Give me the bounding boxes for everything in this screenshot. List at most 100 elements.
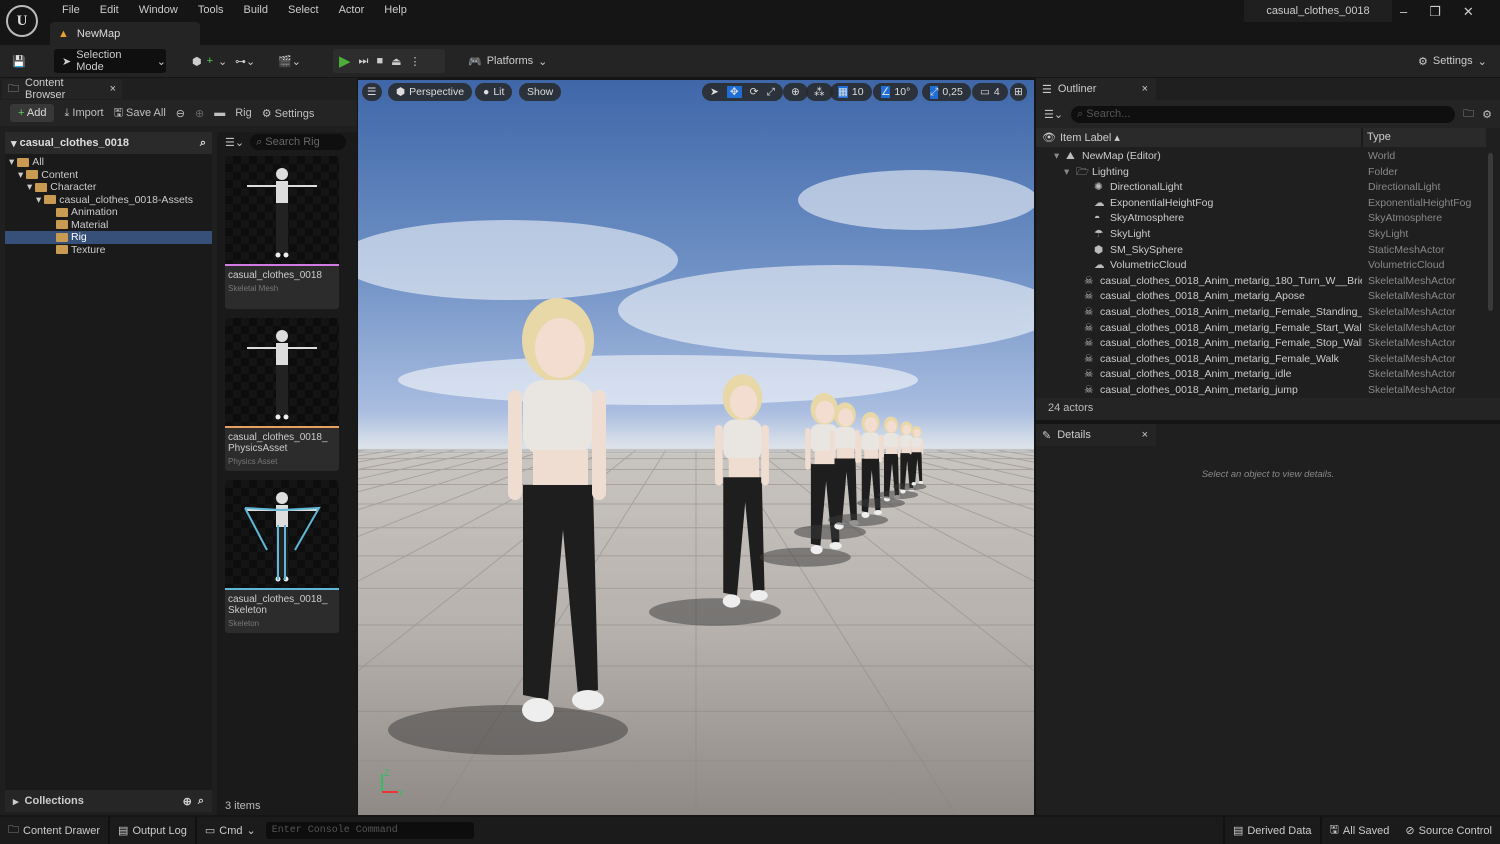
map-tab[interactable]: ▲ NewMap xyxy=(50,22,200,45)
scale-snap-button[interactable]: ⤢ 0,25 xyxy=(922,83,971,101)
advance-frame-icon[interactable]: ⏭ xyxy=(359,55,369,68)
settings-button[interactable]: ⚙ Settings ⌄ xyxy=(1418,49,1487,73)
expand-arrow-icon[interactable]: ▾ xyxy=(1054,149,1059,165)
close-icon[interactable]: × xyxy=(1142,83,1148,95)
show-button[interactable]: Show xyxy=(519,83,562,101)
move-icon[interactable]: ✥ xyxy=(726,86,742,98)
filter-icon[interactable]: ☰⌄ xyxy=(225,136,244,149)
viewport-layout-icon[interactable]: ⊞ xyxy=(1010,83,1027,101)
asset-tile[interactable]: casual_clothes_0018_ PhysicsAsset Physics… xyxy=(225,318,339,471)
back-icon[interactable]: ⊖ xyxy=(176,107,185,120)
viewport-menu-button[interactable]: ☰ xyxy=(362,83,382,101)
expand-arrow-icon[interactable]: ▾ xyxy=(36,194,41,207)
add-collection-icon[interactable]: ⊕ xyxy=(183,795,192,808)
settings-button[interactable]: ⚙ Settings xyxy=(262,107,315,120)
all-saved-button[interactable]: 🖫 All Saved xyxy=(1322,817,1398,844)
scale-icon[interactable]: ⤢ xyxy=(766,86,774,99)
tab-details[interactable]: ✎ Details × xyxy=(1036,424,1156,446)
forward-icon[interactable]: ⊕ xyxy=(195,107,204,120)
tab-outliner[interactable]: ☰ Outliner × xyxy=(1036,78,1156,100)
derived-data-button[interactable]: ▤ Derived Data xyxy=(1222,817,1322,844)
save-all-button[interactable]: 🖫 Save All xyxy=(114,104,166,123)
grid-snap-button[interactable]: ▦ 10 xyxy=(830,83,872,101)
play-icon[interactable]: ▶ xyxy=(339,52,351,70)
camera-speed-button[interactable]: ▭ 4 xyxy=(972,83,1008,101)
outliner-row[interactable]: ☠ casual_clothes_0018_Anim_metarig_idle Sk… xyxy=(1036,367,1486,383)
folder-texture[interactable]: Texture xyxy=(5,244,212,257)
visibility-icon[interactable]: 👁 xyxy=(1042,131,1056,144)
more-icon[interactable]: ⋮ xyxy=(410,55,421,68)
source-control-button[interactable]: ⊘ Source Control xyxy=(1397,817,1500,844)
outliner-row[interactable]: ☠ casual_clothes_0018_Anim_metarig_Apose S… xyxy=(1036,289,1486,305)
menu-edit[interactable]: Edit xyxy=(90,3,129,17)
outliner-scrollbar[interactable] xyxy=(1488,153,1493,311)
cmd-dropdown[interactable]: ▭ Cmd ⌄ Enter Console Command xyxy=(197,817,482,844)
menu-tools[interactable]: Tools xyxy=(188,3,234,17)
blueprint-button[interactable]: ⊶⌄ xyxy=(235,49,255,73)
console-input[interactable]: Enter Console Command xyxy=(265,822,474,839)
tree-root[interactable]: ▾ casual_clothes_0018 ⌕ xyxy=(5,132,212,154)
column-type[interactable]: Type xyxy=(1361,128,1486,147)
world-local-icon[interactable]: ⊕ xyxy=(783,83,808,101)
column-item-label[interactable]: Item Label ▴ xyxy=(1060,131,1120,144)
expand-arrow-icon[interactable]: ▾ xyxy=(18,169,23,182)
expand-arrow-icon[interactable]: ▾ xyxy=(1064,165,1069,181)
asset-tile[interactable]: casual_clothes_0018_ Skeleton Skeleton xyxy=(225,480,339,633)
folder-character[interactable]: ▾ Character xyxy=(5,181,212,194)
rotate-icon[interactable]: ⟳ xyxy=(750,86,759,98)
add-actor-button[interactable]: ⬢ + ⌄ xyxy=(192,49,227,73)
close-icon[interactable]: × xyxy=(1142,429,1148,441)
outliner-row[interactable]: ✺ DirectionalLight DirectionalLight xyxy=(1036,180,1486,196)
close-icon[interactable]: × xyxy=(110,83,116,95)
add-folder-icon[interactable]: 🗀 xyxy=(1463,105,1474,124)
outliner-row[interactable]: ◓ SkyAtmosphere SkyAtmosphere xyxy=(1036,211,1486,227)
menu-build[interactable]: Build xyxy=(234,3,278,17)
folder-content[interactable]: ▾ Content xyxy=(5,169,212,182)
tab-content-browser[interactable]: 🗀 Content Browser × xyxy=(2,77,122,101)
expand-arrow-icon[interactable]: ▾ xyxy=(9,156,14,169)
cinematics-button[interactable]: 🎬⌄ xyxy=(278,49,301,73)
content-drawer-button[interactable]: 🗀 Content Drawer xyxy=(0,817,111,844)
perspective-button[interactable]: ⬢ Perspective xyxy=(388,83,473,101)
rotation-snap-button[interactable]: ∠ 10° xyxy=(873,83,919,101)
breadcrumb[interactable]: Rig xyxy=(235,107,252,119)
search-icon[interactable]: ⌕ xyxy=(200,137,206,150)
folder-casual_clothes_0018-assets[interactable]: ▾ casual_clothes_0018-Assets xyxy=(5,194,212,207)
menu-actor[interactable]: Actor xyxy=(329,3,375,17)
folder-rig[interactable]: Rig xyxy=(5,231,212,244)
outliner-row[interactable]: ☁ ExponentialHeightFog ExponentialHeightFo… xyxy=(1036,196,1486,212)
outliner-row[interactable]: ☠ casual_clothes_0018_Anim_metarig_jump Sk… xyxy=(1036,383,1486,397)
expand-arrow-icon[interactable]: ▾ xyxy=(27,181,32,194)
outliner-row[interactable]: ☠ casual_clothes_0018_Anim_metarig_Female… xyxy=(1036,321,1486,337)
gear-icon[interactable]: ⚙ xyxy=(1482,108,1492,121)
asset-tile[interactable]: casual_clothes_0018 Skeletal Mesh xyxy=(225,156,339,309)
add-button[interactable]: + Add xyxy=(10,104,55,122)
outliner-search-input[interactable]: ⌕ Search... xyxy=(1071,105,1456,123)
outliner-row[interactable]: ☂ SkyLight SkyLight xyxy=(1036,227,1486,243)
folder-icon[interactable]: ▬ xyxy=(214,107,225,119)
menu-file[interactable]: File xyxy=(52,3,90,17)
outliner-row[interactable]: ☠ casual_clothes_0018_Anim_metarig_Female… xyxy=(1036,305,1486,321)
folder-animation[interactable]: Animation xyxy=(5,206,212,219)
menu-select[interactable]: Select xyxy=(278,3,329,17)
selection-mode-dropdown[interactable]: ➤ Selection Mode ⌄ xyxy=(54,49,166,73)
search-icon[interactable]: ⌕ xyxy=(198,795,204,808)
outliner-row[interactable]: ▾ ⛰ NewMap (Editor) World xyxy=(1036,149,1486,165)
surface-snap-icon[interactable]: ⁂ xyxy=(806,83,833,101)
restore-button[interactable]: ❐ xyxy=(1429,4,1441,20)
folder-all[interactable]: ▾ All xyxy=(5,156,212,169)
folder-material[interactable]: Material xyxy=(5,219,212,232)
level-viewport[interactable]: ZY xyxy=(358,80,1034,815)
asset-search-input[interactable]: ⌕ Search Rig xyxy=(250,134,347,150)
select-icon[interactable]: ➤ xyxy=(710,86,719,98)
unreal-logo[interactable]: U xyxy=(6,5,38,37)
collections-header[interactable]: ▸ Collections ⊕ ⌕ xyxy=(5,790,212,812)
platforms-button[interactable]: 🎮 Platforms ⌄ xyxy=(468,49,547,73)
outliner-row[interactable]: ☠ casual_clothes_0018_Anim_metarig_Female… xyxy=(1036,336,1486,352)
outliner-row[interactable]: ⬢ SM_SkySphere StaticMeshActor xyxy=(1036,243,1486,259)
menu-help[interactable]: Help xyxy=(374,3,417,17)
save-icon[interactable]: 💾 xyxy=(12,49,26,73)
lit-button[interactable]: ● Lit xyxy=(475,83,513,101)
import-button[interactable]: ⤓ Import xyxy=(64,107,103,120)
filter-icon[interactable]: ☰⌄ xyxy=(1044,108,1063,121)
